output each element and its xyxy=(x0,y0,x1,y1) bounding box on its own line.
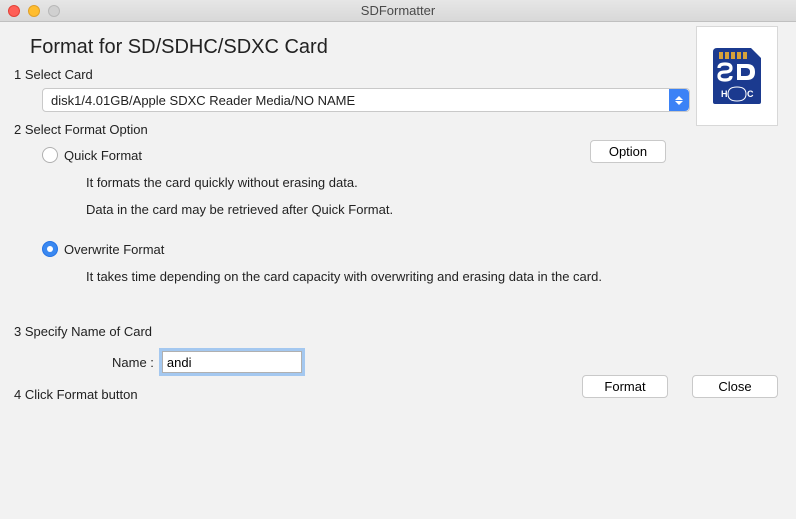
quick-format-help-1: It formats the card quickly without eras… xyxy=(86,175,778,190)
card-select[interactable]: disk1/4.01GB/Apple SDXC Reader Media/NO … xyxy=(42,88,690,112)
step-3-label: 3 Specify Name of Card xyxy=(14,324,778,339)
close-window-icon[interactable] xyxy=(8,5,20,17)
svg-text:C: C xyxy=(747,89,754,99)
traffic-lights xyxy=(8,5,60,17)
step-1-label: 1 Select Card xyxy=(14,67,778,82)
overwrite-format-radio[interactable] xyxy=(42,241,58,257)
titlebar: SDFormatter xyxy=(0,0,796,22)
svg-text:H: H xyxy=(721,89,728,99)
quick-format-radio[interactable] xyxy=(42,147,58,163)
quick-format-label: Quick Format xyxy=(64,148,142,163)
minimize-window-icon[interactable] xyxy=(28,5,40,17)
sdhc-logo-card: H C xyxy=(696,26,778,126)
close-button[interactable]: Close xyxy=(692,375,778,398)
card-select-value: disk1/4.01GB/Apple SDXC Reader Media/NO … xyxy=(43,93,669,108)
overwrite-format-help-1: It takes time depending on the card capa… xyxy=(86,269,778,284)
name-input[interactable] xyxy=(162,351,302,373)
quick-format-help-2: Data in the card may be retrieved after … xyxy=(86,202,778,217)
step-2-label: 2 Select Format Option xyxy=(14,122,778,137)
option-button[interactable]: Option xyxy=(590,140,666,163)
format-button[interactable]: Format xyxy=(582,375,668,398)
dropdown-caret-icon xyxy=(669,89,689,111)
sdhc-icon: H C xyxy=(711,46,763,106)
overwrite-format-label: Overwrite Format xyxy=(64,242,164,257)
page-heading: Format for SD/SDHC/SDXC Card xyxy=(30,36,778,59)
window-title: SDFormatter xyxy=(0,3,796,18)
maximize-window-icon xyxy=(48,5,60,17)
name-field-label: Name : xyxy=(112,355,154,370)
